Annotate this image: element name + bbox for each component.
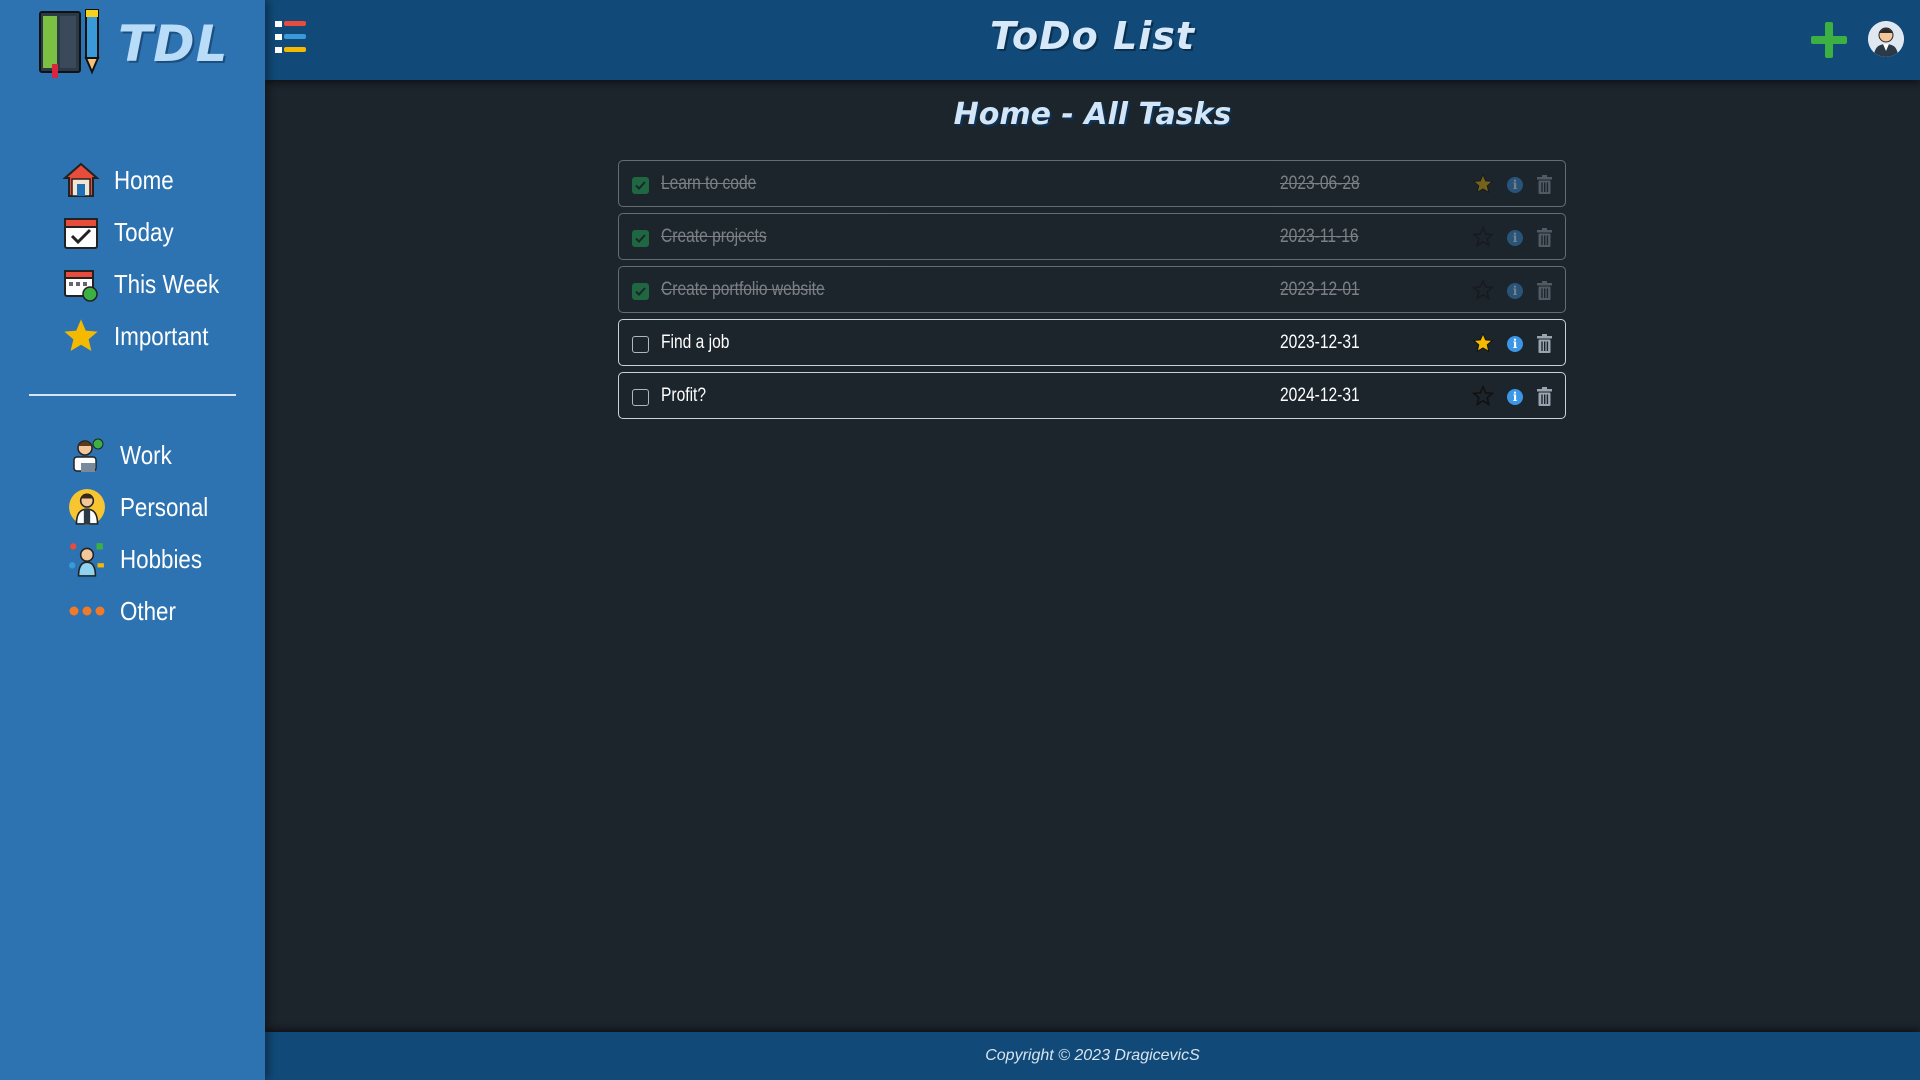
- project-work[interactable]: Work: [68, 436, 180, 474]
- app-title: ToDo List: [989, 14, 1196, 58]
- info-icon[interactable]: i: [1507, 389, 1523, 405]
- task-date: 2023-06-28: [1280, 173, 1360, 194]
- nav-today-label: Today: [114, 216, 174, 247]
- sidebar-divider: [29, 394, 236, 396]
- star-icon: [62, 317, 100, 355]
- project-other[interactable]: Other: [68, 592, 185, 630]
- trash-icon[interactable]: [1537, 281, 1552, 300]
- star-outline-icon[interactable]: [1472, 226, 1494, 248]
- project-other-label: Other: [120, 595, 176, 626]
- trash-icon[interactable]: [1537, 334, 1552, 353]
- nav-important[interactable]: Important: [62, 317, 224, 355]
- nav-this-week-label: This Week: [114, 268, 220, 299]
- info-icon[interactable]: i: [1507, 177, 1523, 193]
- task-name: Learn to code: [661, 173, 757, 194]
- nav-important-label: Important: [114, 320, 209, 351]
- info-icon[interactable]: i: [1507, 230, 1523, 246]
- info-icon[interactable]: i: [1507, 283, 1523, 299]
- task-checkbox[interactable]: [632, 389, 649, 406]
- user-avatar-icon: [1868, 21, 1904, 57]
- footer: Copyright © 2023 DragicevicS: [265, 1032, 1920, 1080]
- task-row: Profit? 2024-12-31 i: [618, 372, 1566, 419]
- task-name: Profit?: [661, 385, 707, 406]
- nav-home[interactable]: Home: [62, 161, 183, 199]
- sidebar: TDL Home Today This Week Important Work: [0, 0, 265, 1080]
- task-name: Find a job: [661, 332, 730, 353]
- star-filled-icon[interactable]: [1472, 332, 1494, 354]
- nav-this-week[interactable]: This Week: [62, 265, 236, 303]
- project-work-label: Work: [120, 439, 172, 470]
- task-row: Create projects 2023-11-16 i: [618, 213, 1566, 260]
- star-outline-icon[interactable]: [1472, 385, 1494, 407]
- task-row: Find a job 2023-12-31 i: [618, 319, 1566, 366]
- task-name: Create portfolio website: [661, 279, 825, 300]
- task-checkbox[interactable]: [632, 177, 649, 194]
- task-date: 2023-12-01: [1280, 279, 1360, 300]
- project-hobbies[interactable]: Hobbies: [68, 540, 215, 578]
- logo-text: TDL: [118, 15, 229, 73]
- calendar-week-icon: [62, 265, 100, 303]
- task-row: Create portfolio website 2023-12-01 i: [618, 266, 1566, 313]
- star-outline-icon[interactable]: [1472, 279, 1494, 301]
- task-checkbox[interactable]: [632, 230, 649, 247]
- project-personal-label: Personal: [120, 491, 209, 522]
- copyright-text: Copyright © 2023 DragicevicS: [985, 1047, 1200, 1064]
- page-title: Home - All Tasks: [953, 97, 1232, 132]
- hobbies-icon: [68, 540, 106, 578]
- header: ToDo List: [265, 0, 1920, 80]
- add-task-button[interactable]: [1809, 20, 1849, 60]
- project-personal[interactable]: Personal: [68, 488, 223, 526]
- person-icon: [68, 488, 106, 526]
- logo[interactable]: TDL: [38, 8, 228, 80]
- nav-home-label: Home: [114, 164, 174, 195]
- user-avatar-button[interactable]: [1868, 21, 1904, 57]
- trash-icon[interactable]: [1537, 228, 1552, 247]
- calendar-check-icon: [62, 213, 100, 251]
- task-checkbox[interactable]: [632, 336, 649, 353]
- task-date: 2023-12-31: [1280, 332, 1360, 353]
- nav-today[interactable]: Today: [62, 213, 183, 251]
- project-hobbies-label: Hobbies: [120, 543, 203, 574]
- task-row: Learn to code 2023-06-28 i: [618, 160, 1566, 207]
- house-icon: [62, 161, 100, 199]
- info-icon[interactable]: i: [1507, 336, 1523, 352]
- trash-icon[interactable]: [1537, 387, 1552, 406]
- task-list: Learn to code 2023-06-28 i Create projec…: [618, 160, 1566, 425]
- dots-icon: [68, 592, 106, 630]
- task-name: Create projects: [661, 226, 767, 247]
- task-checkbox[interactable]: [632, 283, 649, 300]
- task-date: 2024-12-31: [1280, 385, 1360, 406]
- plus-icon: [1811, 22, 1847, 58]
- star-filled-icon[interactable]: [1472, 173, 1494, 195]
- notebook-pencil-icon: [39, 9, 100, 78]
- task-date: 2023-11-16: [1280, 226, 1359, 247]
- worker-icon: [68, 436, 106, 474]
- trash-icon[interactable]: [1537, 175, 1552, 194]
